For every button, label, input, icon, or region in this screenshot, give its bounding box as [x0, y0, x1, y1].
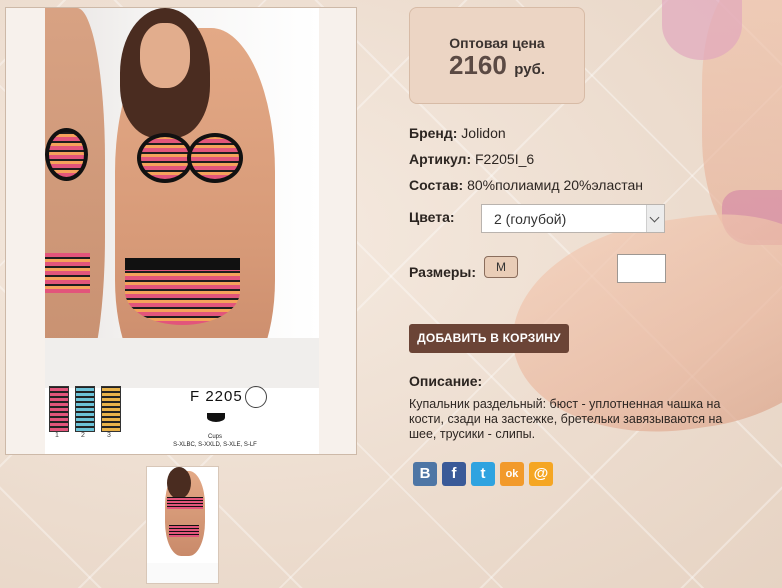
product-image: 1 2 3 F 2205 Cups S-XLBC, S-XXLD, S-XLE,… [45, 8, 319, 454]
color-swatches: 1 2 3 [47, 386, 137, 446]
brand-label: Бренд: [409, 125, 458, 141]
quantity-input[interactable] [617, 254, 666, 283]
sizes-label: Размеры: [409, 264, 477, 280]
cups-label: Cups S-XLBC, S-XXLD, S-XLE, S-LF [173, 434, 257, 448]
price-box: Оптовая цена 2160 руб. [409, 7, 585, 104]
odnoklassniki-icon[interactable]: ok [500, 462, 524, 486]
sku-value: F2205I_6 [475, 151, 535, 167]
chevron-down-icon[interactable] [646, 205, 664, 232]
price-label: Оптовая цена [449, 35, 545, 51]
color-select[interactable]: 2 (голубой) [481, 204, 665, 233]
price-currency: руб. [514, 61, 546, 78]
mailru-icon[interactable]: @ [529, 462, 553, 486]
swatch-number: 2 [81, 432, 85, 439]
description-title: Описание: [409, 373, 483, 389]
color-select-value: 2 (голубой) [494, 211, 567, 227]
main-product-photo[interactable]: 1 2 3 F 2205 Cups S-XLBC, S-XXLD, S-XLE,… [5, 7, 357, 455]
swatch-number: 3 [107, 432, 111, 439]
add-to-cart-button[interactable]: ДОБАВИТЬ В КОРЗИНУ [409, 324, 569, 353]
brand-logo-icon [245, 386, 267, 408]
swatch-3 [101, 386, 121, 432]
model-face [140, 23, 190, 88]
bikini-top-right [187, 133, 243, 183]
sku-row: Артикул: F2205I_6 [409, 151, 534, 167]
sku-label: Артикул: [409, 151, 472, 167]
swatch-1 [49, 386, 69, 432]
swatch-2 [75, 386, 95, 432]
brand-row: Бренд: Jolidon [409, 125, 506, 141]
product-thumbnail[interactable] [146, 466, 219, 584]
composition-label: Состав: [409, 177, 464, 193]
swatch-number: 1 [55, 432, 59, 439]
image-model-code: F 2205 [190, 388, 243, 405]
size-option-m[interactable]: M [484, 256, 518, 278]
side-model [45, 8, 105, 388]
facebook-icon[interactable]: f [442, 462, 466, 486]
brand-value: Jolidon [461, 125, 506, 141]
composition-row: Состав: 80%полиамид 20%эластан [409, 177, 643, 193]
description-text: Купальник раздельный: бюст - уплотненная… [409, 397, 723, 441]
vkontakte-icon[interactable]: B [413, 462, 437, 486]
twitter-icon[interactable]: t [471, 462, 495, 486]
colors-label: Цвета: [409, 209, 455, 225]
brief-shape-icon [207, 413, 225, 422]
composition-value: 80%полиамид 20%эластан [467, 177, 644, 193]
bikini-top-left [137, 133, 193, 183]
bikini-bottom [125, 258, 240, 325]
price-value: 2160 [448, 50, 507, 80]
